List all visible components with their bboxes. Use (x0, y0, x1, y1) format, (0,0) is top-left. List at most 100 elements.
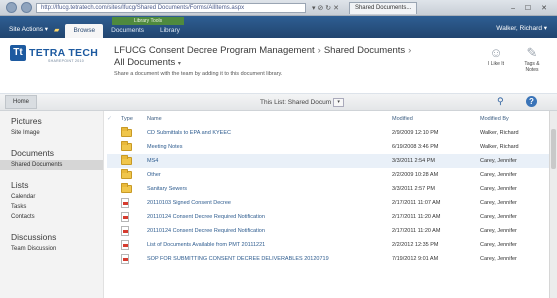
type-cell (121, 196, 147, 210)
modified-cell: 3/3/2011 2:54 PM (392, 158, 436, 164)
modified-by-cell[interactable]: Carey, Jennifer (480, 224, 557, 238)
breadcrumb-library[interactable]: Shared Documents (324, 45, 405, 56)
ql-heading-documents[interactable]: Documents (0, 148, 103, 160)
row-select-cell[interactable] (107, 182, 121, 196)
select-all-checkbox[interactable]: ✓ (107, 111, 121, 126)
table-row[interactable]: 20110103 Signed Consent Decree 2/17/2011 … (107, 196, 557, 210)
nav-home-tab[interactable]: Home (5, 95, 38, 109)
view-label: All Documents (114, 57, 176, 68)
forward-icon[interactable] (21, 2, 32, 13)
document-library: ✓ Type Name Modified Modified By CD Subm… (104, 111, 557, 298)
ql-heading-pictures[interactable]: Pictures (0, 116, 103, 128)
back-icon[interactable] (6, 2, 17, 13)
vertical-scrollbar[interactable] (549, 111, 557, 298)
tab-browse[interactable]: Browse (65, 24, 104, 38)
ql-heading-discussions[interactable]: Discussions (0, 232, 103, 244)
ql-item-calendar[interactable]: Calendar (0, 192, 103, 202)
row-select-cell[interactable] (107, 196, 121, 210)
table-row[interactable]: List of Documents Available from PMT 201… (107, 238, 557, 252)
modified-by-cell[interactable]: Carey, Jennifer (480, 238, 557, 252)
address-bar-controls[interactable]: ▾ ⊘ ↻ ✕ (312, 4, 339, 12)
site-header: Tt TETRA TECH SHAREPOINT 2010 LFUCG Cons… (0, 38, 557, 94)
modified-by-cell[interactable]: Carey, Jennifer (480, 210, 557, 224)
type-cell (121, 224, 147, 238)
modified-cell: 2/2/2012 12:35 PM (392, 242, 439, 248)
modified-by-cell[interactable]: Walker, Richard (480, 126, 557, 140)
modified-by-cell[interactable]: Carey, Jennifer (480, 196, 557, 210)
modified-by-cell[interactable]: Carey, Jennifer (480, 168, 557, 182)
row-select-cell[interactable] (107, 238, 121, 252)
ql-item-contacts[interactable]: Contacts (0, 212, 103, 222)
tags-notes-label: Tags & Notes (524, 61, 540, 73)
table-row[interactable]: 20110124 Consent Decree Required Notific… (107, 224, 557, 238)
navigate-up-icon[interactable]: ▰ (54, 26, 65, 38)
ql-item-tasks[interactable]: Tasks (0, 202, 103, 212)
document-name-link[interactable]: 20110124 Consent Decree Required Notific… (147, 228, 265, 234)
thumbs-up-icon: ☺ (489, 45, 503, 60)
name-cell: 20110103 Signed Consent Decree (147, 196, 392, 210)
modified-by-cell[interactable]: Walker, Richard (480, 140, 557, 154)
document-name-link[interactable]: 20110103 Signed Consent Decree (147, 200, 231, 206)
column-header-type[interactable]: Type (121, 111, 147, 126)
row-select-cell[interactable] (107, 252, 121, 266)
scrollbar-thumb[interactable] (551, 129, 556, 169)
folder-icon (121, 183, 132, 193)
pdf-file-icon (121, 226, 129, 236)
window-controls[interactable]: – ☐ ✕ (511, 4, 551, 12)
name-cell: Other (147, 168, 392, 182)
row-select-cell[interactable] (107, 168, 121, 182)
document-name-link[interactable]: 20110124 Consent Decree Required Notific… (147, 214, 265, 220)
address-bar[interactable]: http://lfucg.tetratech.com/sites/lfucg/S… (36, 2, 306, 13)
row-select-cell[interactable] (107, 154, 121, 168)
document-name-link[interactable]: Other (147, 172, 161, 178)
modified-by-cell[interactable]: Carey, Jennifer (480, 252, 557, 266)
ql-item-site-image[interactable]: Site Image (0, 128, 103, 138)
document-name-link[interactable]: MS4 (147, 158, 158, 164)
modified-by-cell[interactable]: Carey, Jennifer (480, 182, 557, 196)
user-menu[interactable]: Walker, Richard ▾ (496, 24, 557, 38)
ql-item-shared-documents[interactable]: Shared Documents (0, 160, 103, 170)
table-row[interactable]: Meeting Notes 6/19/2008 3:46 PM Walker, Ri… (107, 140, 557, 154)
document-name-link[interactable]: CD Submittals to EPA and KYEEC (147, 130, 231, 136)
table-row[interactable]: 20110124 Consent Decree Required Notific… (107, 210, 557, 224)
type-cell (121, 182, 147, 196)
table-row[interactable]: CD Submittals to EPA and KYEEC 2/9/2009 1… (107, 126, 557, 140)
column-header-modified-by[interactable]: Modified By (480, 111, 557, 126)
document-name-link[interactable]: List of Documents Available from PMT 201… (147, 242, 265, 248)
browser-tab[interactable]: Shared Documents... (348, 1, 418, 14)
search-icon[interactable]: ⚲ (497, 96, 504, 107)
breadcrumb-site[interactable]: LFUCG Consent Decree Program Management (114, 45, 315, 56)
row-select-cell[interactable] (107, 140, 121, 154)
name-cell: Meeting Notes (147, 140, 392, 154)
ql-item-team-discussion[interactable]: Team Discussion (0, 244, 103, 254)
pdf-file-icon (121, 240, 129, 250)
tab-library[interactable]: Library (152, 24, 188, 38)
document-name-link[interactable]: SOP FOR SUBMITTING CONSENT DECREE DELIVE… (147, 256, 329, 262)
folder-icon (121, 169, 132, 179)
modified-by-cell[interactable]: Carey, Jennifer (480, 154, 557, 168)
document-name-link[interactable]: Meeting Notes (147, 144, 182, 150)
tab-documents[interactable]: Documents (103, 24, 152, 38)
table-row[interactable]: MS4 3/3/2011 2:54 PM Carey, Jennifer (107, 154, 557, 168)
table-row[interactable]: Sanitary Sewers 3/3/2011 2:57 PM Carey, Je… (107, 182, 557, 196)
site-actions-menu[interactable]: Site Actions ▾ (0, 25, 54, 38)
table-row[interactable]: SOP FOR SUBMITTING CONSENT DECREE DELIVE… (107, 252, 557, 266)
row-select-cell[interactable] (107, 224, 121, 238)
site-logo[interactable]: Tt TETRA TECH SHAREPOINT 2010 (0, 38, 104, 93)
row-select-cell[interactable] (107, 210, 121, 224)
tags-notes-button[interactable]: ✎ Tags & Notes (519, 46, 545, 74)
ql-heading-lists[interactable]: Lists (0, 180, 103, 192)
document-name-link[interactable]: Sanitary Sewers (147, 186, 187, 192)
chevron-down-icon: ▾ (177, 61, 181, 67)
table-row[interactable]: Other 2/2/2009 10:28 AM Carey, Jennifer (107, 168, 557, 182)
row-select-cell[interactable] (107, 126, 121, 140)
type-cell (121, 126, 147, 140)
column-header-name[interactable]: Name (147, 111, 392, 126)
search-scope-select[interactable]: This List: Shared Docum ▾ (260, 97, 345, 108)
column-header-modified[interactable]: Modified (392, 111, 480, 126)
type-cell (121, 168, 147, 182)
i-like-it-button[interactable]: ☺ I Like It (483, 46, 509, 73)
main-area: Pictures Site Image Documents Shared Doc… (0, 111, 557, 298)
pdf-file-icon (121, 212, 129, 222)
help-icon[interactable]: ? (526, 96, 537, 107)
